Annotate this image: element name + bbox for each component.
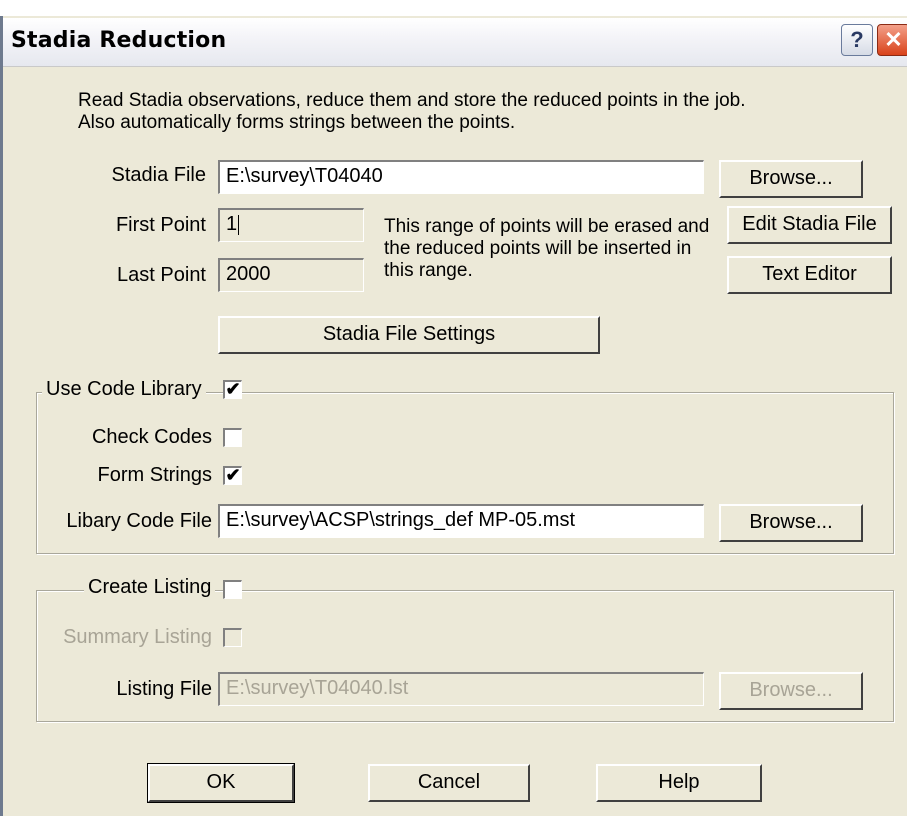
first-point-input[interactable]: 1	[218, 208, 364, 242]
description-text: Read Stadia observations, reduce them an…	[78, 90, 746, 133]
edit-stadia-file-button[interactable]: Edit Stadia File	[727, 206, 892, 244]
help-button[interactable]: Help	[596, 764, 762, 802]
form-strings-checkbox[interactable]: ✔	[223, 466, 242, 485]
close-icon[interactable]: ✕	[877, 24, 907, 56]
form-strings-label: Form Strings	[97, 464, 212, 486]
checkmark-icon: ✔	[225, 379, 241, 399]
stadia-browse-button[interactable]: Browse...	[719, 160, 863, 198]
last-point-label: Last Point	[117, 264, 206, 286]
text-caret	[238, 214, 240, 235]
stadia-file-input[interactable]: E:\survey\T04040	[218, 160, 704, 194]
summary-listing-checkbox[interactable]	[223, 628, 242, 647]
library-browse-button[interactable]: Browse...	[719, 504, 863, 542]
help-icon[interactable]: ?	[841, 24, 873, 56]
library-code-file-label: Libary Code File	[66, 510, 212, 532]
title-bar[interactable]: Stadia Reduction ? ✕	[3, 18, 907, 67]
cancel-button[interactable]: Cancel	[368, 764, 530, 802]
window-title: Stadia Reduction	[11, 28, 227, 53]
text-editor-button[interactable]: Text Editor	[727, 256, 892, 294]
listing-file-label: Listing File	[116, 678, 212, 700]
listing-file-input[interactable]: E:\survey\T04040.lst	[218, 672, 704, 706]
stadia-file-label: Stadia File	[111, 164, 207, 186]
create-listing-label: Create Listing	[84, 576, 216, 599]
summary-listing-label: Summary Listing	[63, 626, 212, 648]
stadia-settings-button[interactable]: Stadia File Settings	[218, 316, 600, 354]
first-point-label: First Point	[115, 214, 206, 236]
use-code-library-checkbox[interactable]: ✔	[223, 380, 242, 399]
check-codes-label: Check Codes	[91, 426, 212, 448]
checkmark-icon: ✔	[225, 465, 241, 485]
last-point-input[interactable]: 2000	[218, 258, 364, 292]
create-listing-checkbox[interactable]	[223, 580, 242, 599]
first-point-value: 1	[226, 213, 238, 235]
use-code-library-label: Use Code Library	[42, 378, 206, 401]
listing-browse-button[interactable]: Browse...	[719, 672, 863, 710]
check-codes-checkbox[interactable]	[223, 428, 242, 447]
ok-button[interactable]: OK	[147, 763, 295, 803]
range-note: This range of points will be erased and …	[384, 216, 710, 281]
library-code-file-input[interactable]: E:\survey\ACSP\strings_def MP-05.mst	[218, 504, 704, 538]
